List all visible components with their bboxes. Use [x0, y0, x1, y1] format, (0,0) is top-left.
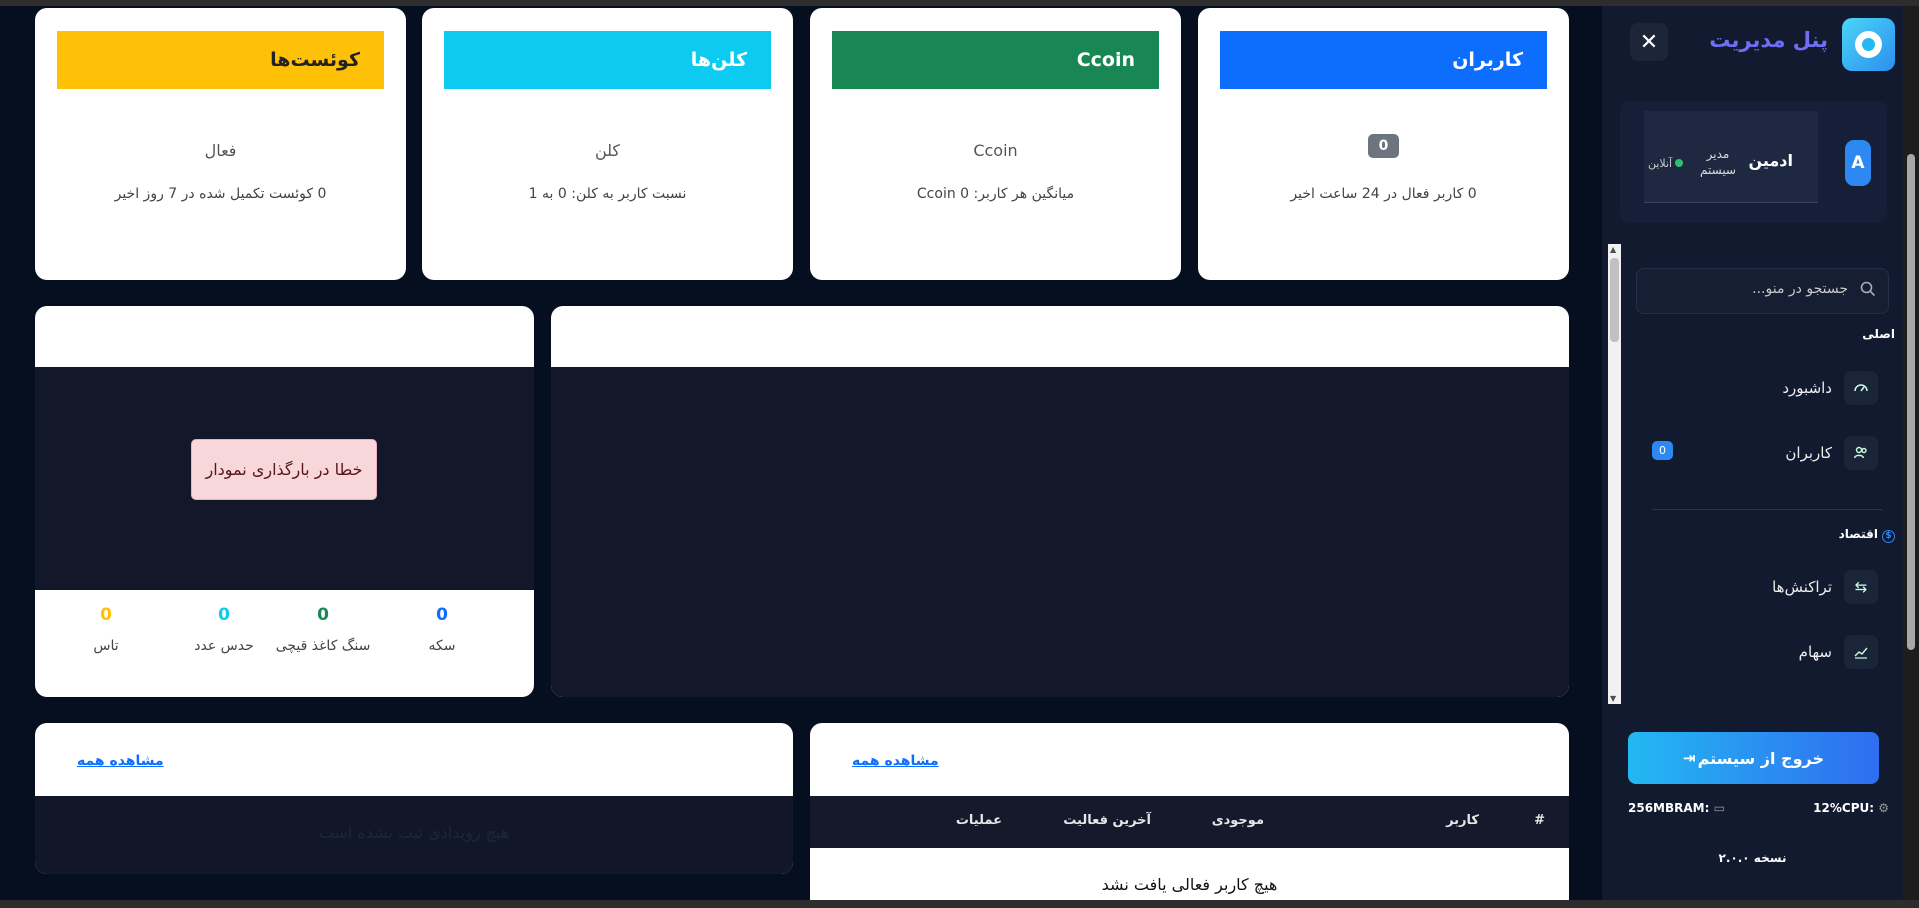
- ram-label: RAM:: [1674, 801, 1710, 815]
- ram-value: 256MB: [1628, 801, 1675, 815]
- close-icon: ✕: [1639, 29, 1659, 55]
- exchange-icon: ⇆: [1844, 570, 1878, 604]
- col-actions: عملیات: [955, 813, 1002, 828]
- user-status: آنلاین: [1648, 157, 1684, 170]
- chart-line-icon: [1844, 635, 1878, 669]
- cpu-label: CPU:: [1841, 801, 1875, 815]
- col-index: #: [1534, 813, 1545, 828]
- close-sidebar-button[interactable]: ✕: [1630, 23, 1668, 61]
- stat-subtitle: نسبت کاربر به کلن: 0 به 1: [528, 186, 687, 202]
- section-title-economy: $اقتصاد: [1839, 527, 1895, 543]
- users-table-empty: هیچ کاربر فعالی یافت نشد: [1101, 875, 1278, 894]
- stat-subtitle: میانگین هر کاربر: 0 Ccoin: [916, 186, 1075, 202]
- sidebar: پنل مدیریت ✕ A ادمین مدیر سیستم آنلاین ▲…: [1602, 6, 1903, 900]
- memory-icon: ▭: [1713, 801, 1725, 815]
- user-role: مدیر سیستم: [1700, 147, 1736, 177]
- stat-card-header: Ccoin: [832, 31, 1159, 89]
- events-empty: هیچ رویدادی ثبت نشده است: [318, 823, 510, 842]
- active-users-card: مشاهده همه # کاربر موجودی آخرین فعالیت ع…: [810, 723, 1569, 908]
- window-scrollbar[interactable]: [1903, 6, 1919, 900]
- cpu-usage: 12%CPU: ⚙: [1813, 801, 1889, 815]
- sidebar-item-dashboard[interactable]: داشبورد: [1646, 369, 1878, 407]
- section-title-main: اصلی: [1862, 327, 1895, 341]
- app-version: نسخه ۲.۰.۰: [1718, 851, 1787, 865]
- scroll-up-icon[interactable]: ▲: [1610, 245, 1616, 254]
- logout-icon: ⇥: [1683, 749, 1696, 767]
- menu-scrollbar[interactable]: ▲ ▼: [1608, 244, 1621, 704]
- users-count-badge: 0: [1652, 441, 1673, 460]
- stat-card-header: کوئست‌ها: [57, 31, 384, 89]
- window-scroll-thumb[interactable]: [1907, 154, 1915, 650]
- scroll-down-icon[interactable]: ▼: [1610, 694, 1616, 703]
- sidebar-item-transactions[interactable]: ⇆ تراکنش‌ها: [1646, 568, 1878, 606]
- menu-scroll-thumb[interactable]: [1610, 258, 1619, 342]
- user-info: ادمین مدیر سیستم آنلاین: [1644, 111, 1818, 203]
- view-all-events-link[interactable]: مشاهده همه: [77, 753, 164, 769]
- game-stat-guess: 0 حدس عدد: [194, 605, 254, 654]
- stat-card-quests: کوئست‌ها فعال 0 کوئست تکمیل شده در 7 روز…: [35, 8, 406, 280]
- cpu-value: 12%: [1813, 801, 1842, 815]
- col-user: کاربر: [1446, 813, 1479, 828]
- dollar-icon: $: [1882, 530, 1895, 543]
- stat-card-ccoin: Ccoin Ccoin میانگین هر کاربر: 0 Ccoin: [810, 8, 1181, 280]
- sidebar-header: پنل مدیریت ✕: [1602, 6, 1903, 100]
- menu-search-input[interactable]: [1668, 281, 1848, 297]
- logout-button[interactable]: خروج از سیستم ⇥: [1628, 732, 1879, 784]
- users-count-badge: 0: [1367, 134, 1400, 158]
- chart-area: [551, 367, 1569, 697]
- view-all-users-link[interactable]: مشاهده همه: [852, 753, 939, 769]
- recent-events-card: مشاهده همه هیچ رویدادی ثبت نشده است: [35, 723, 793, 874]
- user-name: ادمین: [1748, 151, 1793, 170]
- games-chart-card: خطا در بارگذاری نمودار 0 سکه 0 سنگ کاغذ …: [35, 306, 534, 697]
- stat-value: کلن: [594, 141, 621, 160]
- stat-subtitle: 0 کوئست تکمیل شده در 7 روز اخیر: [114, 186, 327, 202]
- game-stat-rps: 0 سنگ کاغذ قیچی: [275, 605, 371, 654]
- search-icon: [1860, 281, 1876, 301]
- ram-usage: 256MBRAM: ▭: [1628, 801, 1725, 815]
- stat-value: Ccoin: [973, 141, 1018, 160]
- logo-icon: [1842, 18, 1895, 71]
- chart-error-alert: خطا در بارگذاری نمودار: [191, 439, 377, 500]
- sidebar-item-users[interactable]: کاربران 0: [1646, 434, 1878, 472]
- sidebar-item-stocks[interactable]: سهام: [1646, 633, 1878, 671]
- stat-value: فعال: [204, 141, 237, 160]
- gauge-icon: [1844, 371, 1878, 405]
- activity-chart-card: [551, 306, 1569, 697]
- stat-card-header: کاربران: [1220, 31, 1547, 89]
- col-last-activity: آخرین فعالیت: [1063, 813, 1151, 828]
- col-balance: موجودی: [1211, 813, 1264, 828]
- stat-subtitle: 0 کاربر فعال در 24 ساعت اخیر: [1290, 186, 1477, 202]
- stat-card-header: کلن‌ها: [444, 31, 771, 89]
- stat-card-clans: کلن‌ها کلن نسبت کاربر به کلن: 0 به 1: [422, 8, 793, 280]
- menu-divider: [1652, 509, 1882, 510]
- online-dot-icon: [1675, 159, 1684, 167]
- user-panel: A ادمین مدیر سیستم آنلاین: [1620, 101, 1887, 223]
- avatar: A: [1845, 140, 1871, 186]
- window-bottom-bar: [0, 900, 1919, 908]
- menu-search: [1636, 268, 1889, 314]
- brand-title: پنل مدیریت: [1709, 28, 1828, 52]
- users-icon: [1844, 436, 1878, 470]
- stat-card-users: کاربران 0 0 کاربر فعال در 24 ساعت اخیر: [1198, 8, 1569, 280]
- users-table-header: # کاربر موجودی آخرین فعالیت عملیات: [810, 796, 1569, 848]
- game-stat-dice: 0 تاس: [93, 605, 119, 654]
- cpu-icon: ⚙: [1878, 801, 1889, 815]
- game-stat-coin: 0 سکه: [428, 605, 456, 654]
